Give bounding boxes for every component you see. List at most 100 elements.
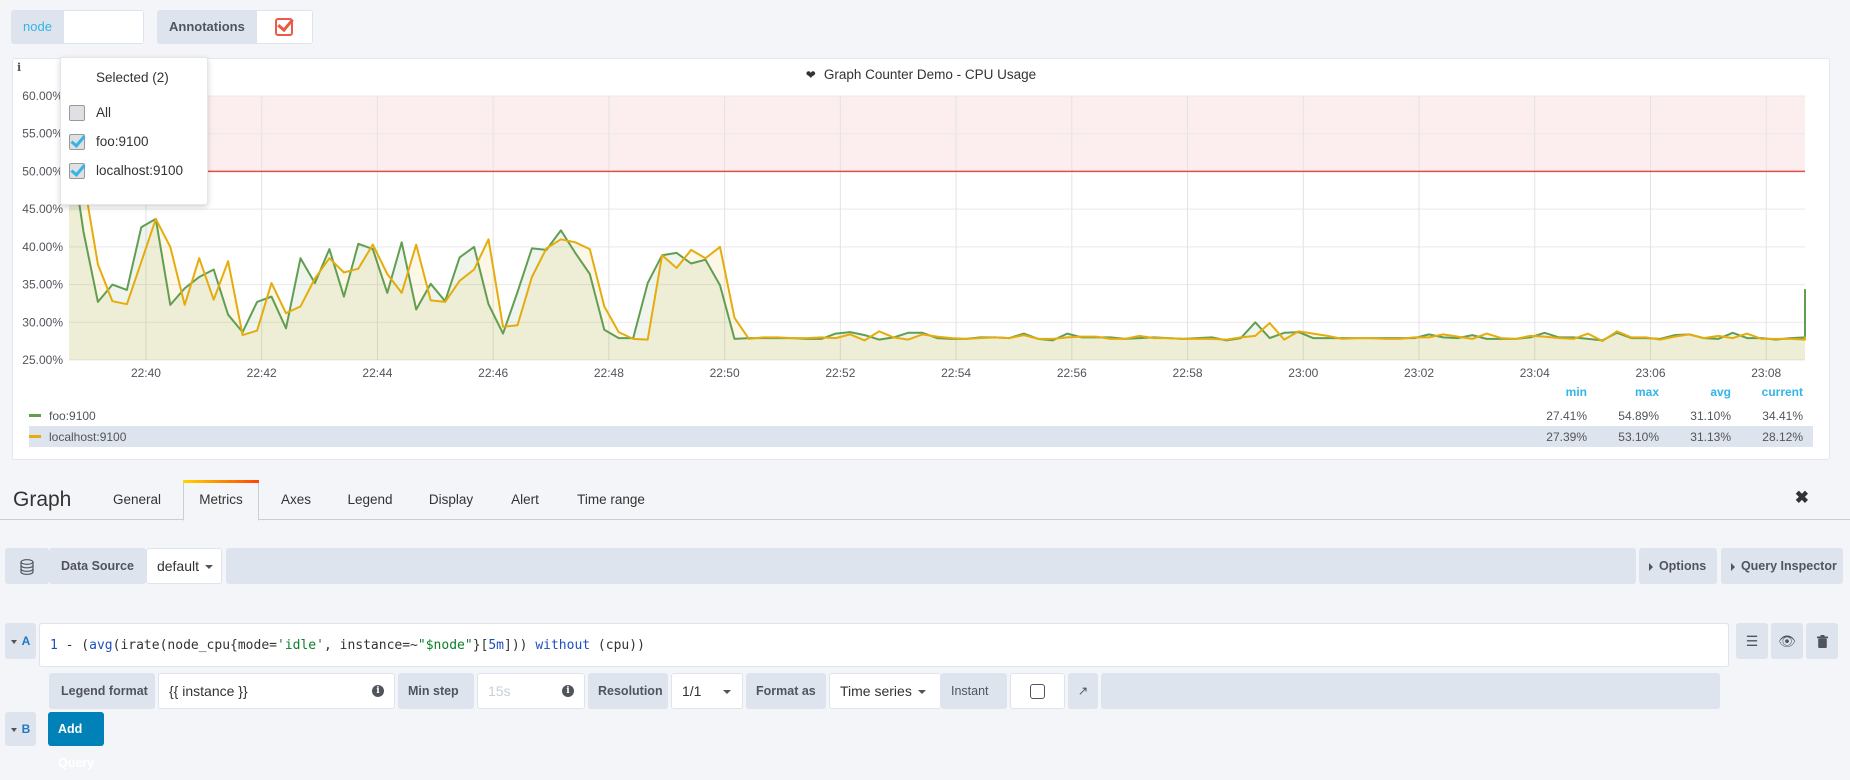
query-actions: ☰ 👁	[1736, 623, 1838, 659]
x-tick-label: 23:00	[1288, 366, 1318, 380]
info-icon[interactable]: i	[372, 685, 384, 697]
legend-series-color-icon[interactable]	[29, 414, 41, 417]
legend-current: 34.41%	[1762, 408, 1803, 423]
format-as-value: Time series	[840, 683, 912, 699]
checkbox-unchecked-icon[interactable]	[69, 104, 85, 121]
share-icon[interactable]: ↗	[1068, 673, 1098, 709]
legend-max: 53.10%	[1618, 429, 1659, 444]
resolution-label: Resolution	[588, 673, 668, 709]
x-tick-label: 22:44	[362, 366, 392, 380]
legend-series-color-icon[interactable]	[29, 435, 41, 438]
eye-icon[interactable]: 👁	[1771, 623, 1803, 659]
y-tick-label: 55.00%	[22, 127, 63, 141]
caret-down-icon	[917, 690, 926, 695]
y-tick-label: 35.00%	[22, 278, 63, 292]
y-tick-label: 30.00%	[22, 315, 63, 329]
legend-row-foo[interactable]: foo:9100 27.41% 54.89% 31.10% 34.41%	[29, 405, 1813, 426]
legend-header-current[interactable]: current	[1731, 385, 1803, 405]
datasource-select[interactable]: default	[145, 548, 222, 584]
query-b-toggle[interactable]: B	[5, 712, 36, 746]
x-tick-label: 22:56	[1057, 366, 1087, 380]
legend-header: min max avg current	[29, 385, 1813, 405]
legend-series-name[interactable]: localhost:9100	[49, 430, 1515, 444]
expr-token: , instance=~	[323, 638, 418, 653]
legend-header-min[interactable]: min	[1515, 385, 1587, 405]
y-tick-label: 50.00%	[22, 164, 63, 178]
legend-avg: 31.13%	[1690, 429, 1731, 444]
expr-token: (cpu))	[590, 638, 645, 653]
dropdown-option-label: foo:9100	[96, 134, 149, 149]
query-inspector-toggle[interactable]: Query Inspector	[1720, 548, 1843, 584]
x-tick-label: 22:58	[1173, 366, 1203, 380]
min-step-placeholder: 15s	[488, 683, 511, 699]
editor-title: Graph	[13, 488, 72, 511]
dropdown-option-localhost[interactable]: localhost:9100	[61, 156, 207, 185]
tab-legend[interactable]: Legend	[336, 480, 404, 521]
datasource-filler	[225, 548, 1636, 584]
caret-down-icon	[205, 565, 213, 570]
menu-icon[interactable]: ☰	[1736, 623, 1768, 659]
checkbox-checked-icon[interactable]	[69, 133, 85, 150]
legend-current: 28.12%	[1762, 429, 1803, 444]
node-variable-input[interactable]	[63, 10, 144, 44]
node-variable-label[interactable]: node	[11, 10, 64, 44]
min-step-input[interactable]: 15s i	[477, 673, 585, 709]
annotations-checkbox[interactable]	[256, 10, 313, 44]
instant-checkbox[interactable]	[1030, 683, 1045, 699]
query-ref-letter: B	[21, 722, 31, 736]
query-ref-letter: A	[21, 634, 31, 648]
options-filler	[1101, 673, 1720, 709]
legend-header-max[interactable]: max	[1587, 385, 1659, 405]
info-icon[interactable]: i	[562, 685, 574, 697]
expr-token: - (	[57, 638, 90, 653]
close-icon[interactable]: ✖	[1795, 488, 1809, 508]
tab-axes[interactable]: Axes	[271, 480, 321, 521]
annotations-label: Annotations	[157, 10, 257, 44]
tab-display[interactable]: Display	[418, 480, 484, 521]
query-inspector-label: Query Inspector	[1740, 559, 1837, 573]
x-tick-label: 22:48	[594, 366, 624, 380]
format-as-select[interactable]: Time series	[829, 673, 941, 709]
legend-row-localhost[interactable]: localhost:9100 27.39% 53.10% 31.13% 28.1…	[29, 426, 1813, 447]
checkbox-checked-icon	[275, 18, 294, 36]
tab-time-range[interactable]: Time range	[568, 480, 654, 521]
expr-token: "$node"	[417, 638, 473, 653]
tab-metrics[interactable]: Metrics	[183, 480, 259, 521]
x-tick-label: 22:50	[710, 366, 740, 380]
y-tick-label: 45.00%	[22, 202, 63, 216]
y-tick-label: 25.00%	[22, 353, 63, 367]
legend-series-name[interactable]: foo:9100	[49, 409, 1515, 423]
dropdown-selected-count[interactable]: Selected (2)	[61, 58, 207, 98]
dropdown-option-foo[interactable]: foo:9100	[61, 127, 207, 156]
options-toggle[interactable]: Options	[1638, 548, 1717, 584]
query-a-toggle[interactable]: A	[5, 623, 36, 659]
instant-checkbox-container[interactable]	[1010, 673, 1065, 709]
node-variable[interactable]: node	[11, 10, 144, 44]
expr-token: irate	[120, 638, 160, 653]
resolution-select[interactable]: 1/1	[671, 673, 743, 709]
expr-token: without	[535, 638, 591, 653]
caret-down-icon	[723, 690, 732, 695]
tab-alert[interactable]: Alert	[498, 480, 552, 521]
x-tick-label: 23:06	[1635, 366, 1665, 380]
legend-header-avg[interactable]: avg	[1659, 385, 1731, 405]
x-tick-label: 22:54	[941, 366, 971, 380]
expr-token: avg	[89, 638, 113, 653]
panel-title-text: Graph Counter Demo - CPU Usage	[823, 67, 1037, 82]
expr-token: 1	[50, 638, 58, 653]
trash-icon[interactable]	[1806, 623, 1838, 659]
legend-min: 27.39%	[1546, 429, 1587, 444]
panel-editor-header: Graph General Metrics Axes Legend Displa…	[0, 480, 1850, 521]
dropdown-option-all[interactable]: All	[61, 98, 207, 127]
checkbox-checked-icon[interactable]	[69, 162, 85, 179]
graph-panel: 25.00% 30.00% 35.00% 40.00% 45.00% 50.00% 55.0…	[12, 58, 1830, 460]
add-query-button[interactable]: Add Query	[48, 712, 105, 770]
panel-title[interactable]: ❤ Graph Counter Demo - CPU Usage	[13, 67, 1829, 82]
x-tick-label: 22:46	[478, 366, 508, 380]
options-label: Options	[1658, 559, 1707, 573]
x-tick-label: 23:08	[1751, 366, 1781, 380]
query-expression-editor[interactable]: 1 - (avg(irate(node_cpu{mode='idle', ins…	[39, 623, 1729, 667]
tab-general[interactable]: General	[102, 480, 172, 521]
annotations-toggle[interactable]: Annotations	[157, 10, 313, 44]
legend-format-input[interactable]: {{ instance }} i	[158, 673, 395, 709]
